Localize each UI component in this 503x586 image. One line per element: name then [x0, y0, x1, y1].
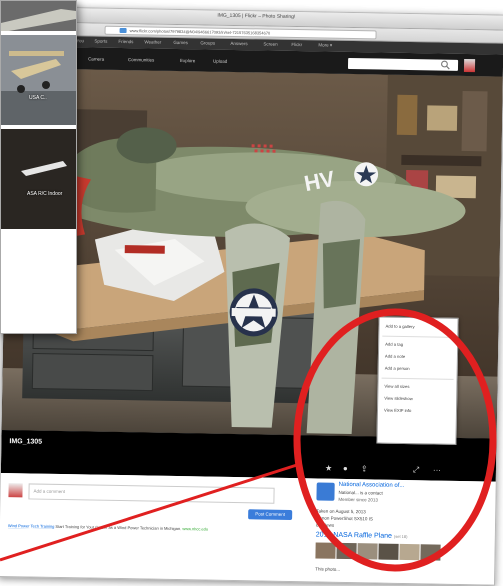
comment-input[interactable]: Add a comment — [28, 483, 275, 504]
owner-avatar[interactable] — [316, 482, 335, 501]
post-comment-button[interactable]: Post Comment — [248, 509, 293, 521]
album-thumb[interactable] — [399, 543, 420, 561]
top-nav-item[interactable]: Weather — [144, 39, 161, 44]
top-nav-item[interactable]: More ▾ — [318, 42, 332, 48]
nav-upload[interactable]: Upload — [213, 59, 227, 64]
menu-add-note[interactable]: Add a note — [385, 354, 405, 359]
top-nav-item[interactable]: Sports — [94, 39, 107, 44]
ad-text: Start Training for Your Career as a Wind… — [55, 523, 182, 532]
photo-details: Add a comment Post Comment Wind Power Te… — [0, 472, 496, 585]
top-nav-item[interactable]: Groups — [200, 40, 215, 45]
menu-add-gallery[interactable]: Add to a gallery — [385, 324, 414, 330]
search-icon[interactable] — [440, 60, 451, 71]
album-thumb[interactable] — [420, 544, 441, 561]
menu-view-sizes[interactable]: View all sizes — [384, 384, 409, 389]
favicon-icon — [119, 27, 127, 34]
nav-communities[interactable]: Communities — [128, 57, 154, 62]
album-thumb[interactable] — [378, 543, 399, 560]
ad-line: Wind Power Tech Training Start Training … — [8, 523, 278, 533]
share-icon[interactable]: ⇪ — [361, 464, 368, 473]
album-count: (set 18) — [393, 533, 408, 540]
ad-domain: www.nhcc.edu — [182, 526, 209, 532]
top-nav-item[interactable]: Friends — [118, 39, 133, 44]
menu-add-tag[interactable]: Add a tag — [385, 342, 403, 347]
album-title-text: 2014 NASA Raffle Plane — [315, 531, 393, 540]
album-title[interactable]: 2014 NASA Raffle Plane (set 18) — [316, 531, 408, 540]
top-nav-item[interactable]: Flickr — [291, 42, 302, 47]
album-thumb[interactable] — [315, 542, 336, 559]
camera-model[interactable]: Canon PowerShot SX510 IS — [316, 515, 373, 521]
url-path: /photos/7979834@N04/9466617093/in/set-72… — [155, 28, 271, 36]
menu-view-slideshow[interactable]: View slideshow — [384, 396, 413, 401]
more-icon[interactable]: ··· — [433, 465, 441, 474]
taken-date: Taken on August 5, 2013 — [316, 508, 366, 515]
expand-icon[interactable]: ⤢ — [413, 465, 420, 475]
top-nav-item[interactable]: You — [76, 38, 84, 43]
menu-view-exif[interactable]: View EXIF info — [384, 408, 411, 413]
footer-hint: This photo... — [315, 566, 341, 572]
commenter-avatar — [8, 483, 23, 498]
thumb-caption-2[interactable]: ASA R/C Indoor — [27, 191, 62, 197]
photo-title: IMG_1305 — [9, 438, 43, 446]
comment-icon[interactable]: ● — [343, 464, 348, 473]
top-nav-item[interactable]: Answers — [230, 41, 247, 46]
nav-camera[interactable]: Camera — [88, 56, 104, 61]
actions-menu: Add to a gallery Add a tag Add a note Ad… — [376, 316, 459, 445]
ad-link[interactable]: Wind Power Tech Training — [8, 523, 54, 529]
top-nav-item[interactable]: Games — [173, 40, 188, 45]
owner-member-since: Member since 2013 — [338, 496, 379, 503]
view-count: 88 Views — [315, 522, 335, 528]
thumbnail-images — [1, 1, 76, 333]
window-title: IMG_1305 | Flickr – Photo Sharing! — [217, 12, 296, 21]
menu-add-person[interactable]: Add a person — [385, 366, 410, 371]
thumbnail-panel: USA C.. ASA R/C Indoor — [0, 0, 77, 334]
top-nav-item[interactable]: Screen — [263, 41, 277, 46]
thumb-caption-1[interactable]: USA C.. — [29, 95, 47, 101]
favorite-icon[interactable]: ★ — [325, 464, 332, 473]
owner-contact: National... is a contact — [338, 489, 383, 496]
album-thumb[interactable] — [357, 543, 378, 560]
url-domain: www.flickr.com — [129, 28, 156, 34]
owner-name[interactable]: National Association of... — [339, 482, 405, 489]
nav-explore[interactable]: Explore — [180, 58, 195, 63]
avatar[interactable] — [463, 58, 476, 73]
album-thumb[interactable] — [336, 542, 357, 560]
